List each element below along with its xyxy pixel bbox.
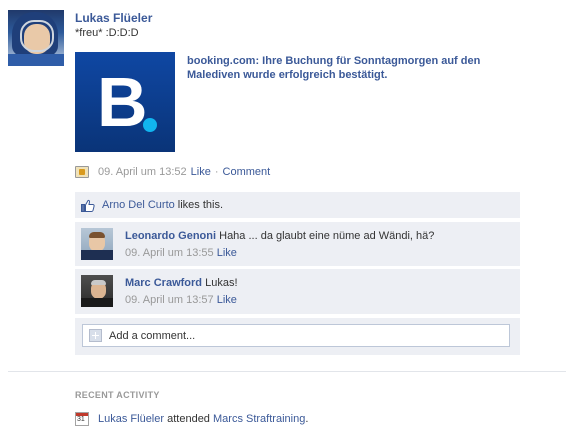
add-comment-section: Add a comment... <box>75 318 520 355</box>
comment-author[interactable]: Marc Crawford <box>125 277 202 289</box>
calendar-day: 31 <box>77 416 85 423</box>
calendar-icon: 31 <box>75 412 89 426</box>
like-link[interactable]: Like <box>191 166 211 178</box>
activity-event[interactable]: Marcs Straftraining <box>213 413 305 425</box>
comment-author[interactable]: Leonardo Genoni <box>125 230 216 242</box>
comment-text: Lukas! <box>205 277 238 289</box>
booking-logo-dot <box>143 118 157 132</box>
booking-logo[interactable]: B <box>75 52 175 152</box>
comment-link[interactable]: Comment <box>223 166 271 178</box>
post-author-name[interactable]: Lukas Flüeler <box>75 11 152 25</box>
comment-meta: 09. April um 13:57 Like <box>125 294 237 306</box>
recent-activity-title: RECENT ACTIVITY <box>75 390 160 400</box>
plus-icon <box>89 329 102 342</box>
comment-item: Marc Crawford Lukas! 09. April um 13:57 … <box>75 269 520 314</box>
comment-like-link[interactable]: Like <box>217 247 237 259</box>
comment-like-link[interactable]: Like <box>217 294 237 306</box>
recent-activity-item: 31 Lukas Flüeler attended Marcs Straftra… <box>75 412 308 426</box>
comment-body: Leonardo Genoni Haha ... da glaubt eine … <box>125 230 505 242</box>
add-comment-placeholder: Add a comment... <box>109 329 196 342</box>
meta-separator: · <box>214 166 219 178</box>
comment-meta: 09. April um 13:55 Like <box>125 247 237 259</box>
post-timestamp[interactable]: 09. April um 13:52 <box>98 166 187 178</box>
post-status-text: *freu* :D:D:D <box>75 27 139 39</box>
app-icon <box>75 166 89 178</box>
add-comment-input[interactable]: Add a comment... <box>82 324 510 347</box>
comment-item: Leonardo Genoni Haha ... da glaubt eine … <box>75 222 520 266</box>
activity-end: . <box>305 413 309 425</box>
activity-actor[interactable]: Lukas Flüeler <box>98 413 164 425</box>
profile-avatar[interactable] <box>8 10 64 66</box>
commenter-avatar[interactable] <box>81 228 113 260</box>
post-meta: 09. April um 13:52 Like · Comment <box>75 165 270 179</box>
attachment-title[interactable]: booking.com: Ihre Buchung für Sonntagmor… <box>187 54 527 82</box>
thumbs-up-icon <box>81 199 95 212</box>
comment-timestamp[interactable]: 09. April um 13:55 <box>125 247 214 259</box>
activity-verb: attended <box>167 413 210 425</box>
avatar-cage <box>20 20 54 52</box>
comment-timestamp[interactable]: 09. April um 13:57 <box>125 294 214 306</box>
liker-name[interactable]: Arno Del Curto <box>102 199 175 211</box>
section-divider <box>8 371 566 372</box>
likes-row: Arno Del Curto likes this. <box>75 192 520 218</box>
booking-logo-letter: B <box>97 63 148 141</box>
comment-body: Marc Crawford Lukas! <box>125 277 505 289</box>
commenter-avatar[interactable] <box>81 275 113 307</box>
likes-text: likes this. <box>177 199 224 211</box>
comment-text: Haha ... da glaubt eine nüme ad Wändi, h… <box>219 230 435 242</box>
avatar-jersey <box>8 54 64 66</box>
